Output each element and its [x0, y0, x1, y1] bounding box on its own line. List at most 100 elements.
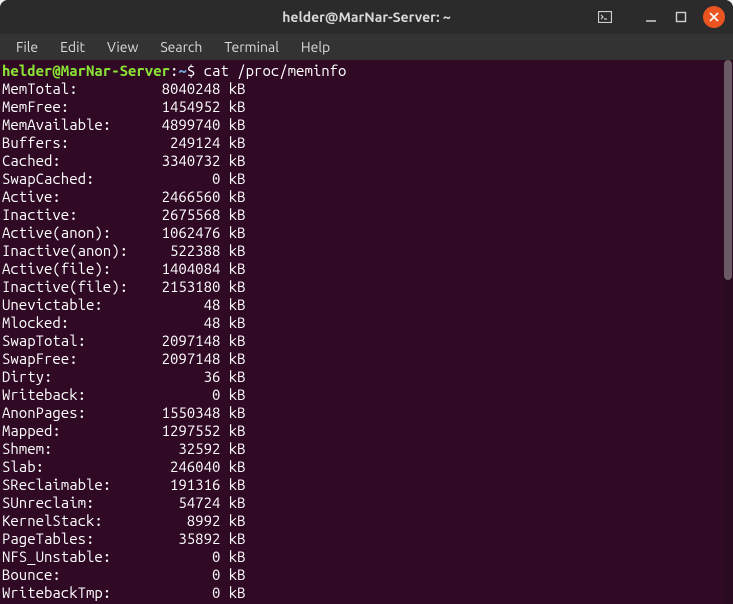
meminfo-row: Inactive(anon):522388 kB — [2, 242, 721, 260]
prompt-path: ~ — [178, 62, 186, 79]
window-title: helder@MarNar-Server: ~ — [282, 9, 451, 25]
meminfo-row: Bounce:0 kB — [2, 566, 721, 584]
meminfo-label: Active(anon): — [2, 224, 136, 242]
meminfo-unit: kB — [229, 530, 246, 547]
scrollbar-thumb[interactable] — [724, 60, 732, 280]
menubar: File Edit View Search Terminal Help — [0, 34, 733, 60]
meminfo-label: Inactive: — [2, 206, 136, 224]
meminfo-label: Inactive(anon): — [2, 242, 136, 260]
meminfo-row: SUnreclaim:54724 kB — [2, 494, 721, 512]
meminfo-label: Shmem: — [2, 440, 136, 458]
meminfo-value: 246040 — [136, 458, 220, 476]
meminfo-unit: kB — [229, 350, 246, 367]
meminfo-unit: kB — [229, 188, 246, 205]
meminfo-unit: kB — [229, 134, 246, 151]
meminfo-unit: kB — [229, 260, 246, 277]
meminfo-row: SReclaimable:191316 kB — [2, 476, 721, 494]
meminfo-unit: kB — [229, 404, 246, 421]
meminfo-unit: kB — [229, 332, 246, 349]
meminfo-row: Active(file):1404084 kB — [2, 260, 721, 278]
meminfo-value: 0 — [136, 566, 220, 584]
meminfo-unit: kB — [229, 566, 246, 583]
meminfo-label: Writeback: — [2, 386, 136, 404]
menu-edit[interactable]: Edit — [50, 36, 95, 58]
meminfo-unit: kB — [229, 494, 246, 511]
terminal-output[interactable]: helder@MarNar-Server:~$ cat /proc/meminf… — [0, 60, 723, 604]
prompt-user-host: helder@MarNar-Server — [2, 62, 170, 79]
meminfo-row: Inactive(file):2153180 kB — [2, 278, 721, 296]
minimize-button[interactable] — [643, 9, 659, 25]
meminfo-label: SUnreclaim: — [2, 494, 136, 512]
titlebar-extra — [597, 9, 613, 25]
meminfo-unit: kB — [229, 152, 246, 169]
meminfo-unit: kB — [229, 170, 246, 187]
titlebar: helder@MarNar-Server: ~ — [0, 0, 733, 34]
meminfo-row: SwapFree:2097148 kB — [2, 350, 721, 368]
meminfo-label: Inactive(file): — [2, 278, 136, 296]
meminfo-value: 2097148 — [136, 350, 220, 368]
meminfo-unit: kB — [229, 206, 246, 223]
meminfo-value: 249124 — [136, 134, 220, 152]
meminfo-row: Active:2466560 kB — [2, 188, 721, 206]
meminfo-value: 48 — [136, 296, 220, 314]
meminfo-label: PageTables: — [2, 530, 136, 548]
meminfo-row: MemTotal:8040248 kB — [2, 80, 721, 98]
maximize-button[interactable] — [673, 9, 689, 25]
meminfo-value: 35892 — [136, 530, 220, 548]
terminal-window: helder@MarNar-Server: ~ File Edit View S… — [0, 0, 733, 604]
menu-view[interactable]: View — [97, 36, 148, 58]
meminfo-value: 0 — [136, 548, 220, 566]
meminfo-row: Inactive:2675568 kB — [2, 206, 721, 224]
meminfo-value: 2153180 — [136, 278, 220, 296]
meminfo-row: Unevictable:48 kB — [2, 296, 721, 314]
meminfo-value: 1404084 — [136, 260, 220, 278]
meminfo-value: 48 — [136, 314, 220, 332]
meminfo-unit: kB — [229, 458, 246, 475]
meminfo-label: SReclaimable: — [2, 476, 136, 494]
close-button[interactable] — [703, 6, 725, 28]
meminfo-label: Bounce: — [2, 566, 136, 584]
meminfo-label: Unevictable: — [2, 296, 136, 314]
meminfo-row: PageTables:35892 kB — [2, 530, 721, 548]
prompt-symbol: $ — [187, 62, 195, 79]
meminfo-unit: kB — [229, 386, 246, 403]
command-text: cat /proc/meminfo — [195, 62, 346, 79]
meminfo-row: Writeback:0 kB — [2, 386, 721, 404]
meminfo-unit: kB — [229, 584, 246, 601]
meminfo-label: KernelStack: — [2, 512, 136, 530]
menu-file[interactable]: File — [6, 36, 48, 58]
meminfo-label: MemFree: — [2, 98, 136, 116]
meminfo-value: 3340732 — [136, 152, 220, 170]
meminfo-value: 8992 — [136, 512, 220, 530]
meminfo-label: SwapCached: — [2, 170, 136, 188]
prompt-line: helder@MarNar-Server:~$ cat /proc/meminf… — [2, 62, 721, 80]
menu-search[interactable]: Search — [150, 36, 212, 58]
meminfo-label: MemAvailable: — [2, 116, 136, 134]
meminfo-label: MemTotal: — [2, 80, 136, 98]
meminfo-unit: kB — [229, 80, 246, 97]
meminfo-row: Cached:3340732 kB — [2, 152, 721, 170]
meminfo-value: 1550348 — [136, 404, 220, 422]
meminfo-label: Buffers: — [2, 134, 136, 152]
meminfo-unit: kB — [229, 224, 246, 241]
meminfo-row: NFS_Unstable:0 kB — [2, 548, 721, 566]
new-terminal-icon[interactable] — [597, 9, 613, 25]
meminfo-unit: kB — [229, 548, 246, 565]
scrollbar[interactable] — [723, 60, 733, 604]
meminfo-value: 2466560 — [136, 188, 220, 206]
meminfo-unit: kB — [229, 512, 246, 529]
terminal-area: helder@MarNar-Server:~$ cat /proc/meminf… — [0, 60, 733, 604]
meminfo-row: Mlocked:48 kB — [2, 314, 721, 332]
meminfo-unit: kB — [229, 476, 246, 493]
meminfo-row: Active(anon):1062476 kB — [2, 224, 721, 242]
meminfo-label: SwapTotal: — [2, 332, 136, 350]
meminfo-row: Mapped:1297552 kB — [2, 422, 721, 440]
meminfo-value: 1062476 — [136, 224, 220, 242]
meminfo-row: Buffers:249124 kB — [2, 134, 721, 152]
meminfo-row: MemAvailable:4899740 kB — [2, 116, 721, 134]
meminfo-row: Dirty:36 kB — [2, 368, 721, 386]
meminfo-label: WritebackTmp: — [2, 584, 136, 602]
menu-terminal[interactable]: Terminal — [214, 36, 289, 58]
meminfo-label: Dirty: — [2, 368, 136, 386]
menu-help[interactable]: Help — [291, 36, 340, 58]
